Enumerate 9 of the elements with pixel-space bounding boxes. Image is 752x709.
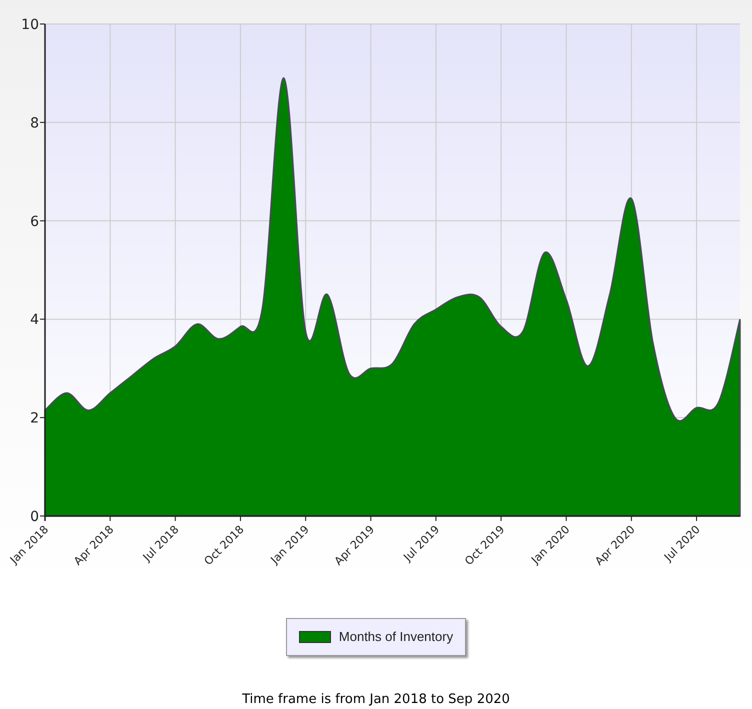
axis-tick-label: 2 (30, 410, 39, 427)
legend-swatch (298, 630, 331, 643)
legend-label: Months of Inventory (338, 628, 454, 646)
axis-tick-label: 0 (30, 509, 39, 525)
axis-tick-label: 6 (30, 214, 39, 230)
axis-tick-label: 10 (21, 17, 39, 33)
axis-tick-label: 4 (30, 312, 39, 328)
axis-tick-label: 8 (30, 115, 39, 132)
caption: Time frame is from Jan 2018 to Sep 2020 (242, 690, 510, 708)
